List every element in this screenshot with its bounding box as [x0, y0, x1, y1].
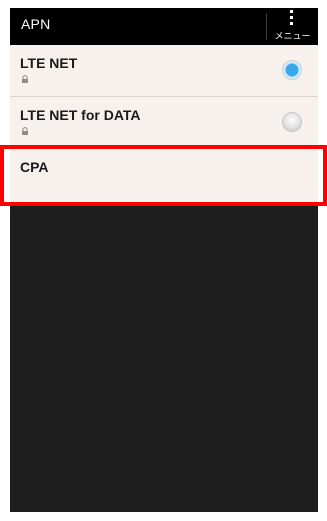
lock-icon [22, 75, 28, 83]
apn-item-name: LTE NET for DATA [20, 107, 141, 123]
apn-radio-unselected[interactable] [282, 112, 302, 132]
overflow-menu-icon [290, 10, 293, 27]
lock-icon [22, 127, 28, 135]
apn-item-name: LTE NET [20, 55, 78, 71]
apn-item-cpa[interactable]: CPA [10, 149, 318, 206]
apn-item-lte-net[interactable]: LTE NET [10, 45, 318, 97]
menu-label: メニュー [274, 31, 311, 41]
overflow-menu-button[interactable]: メニュー [267, 8, 318, 45]
apn-list: LTE NET LTE NET for DATA CPA [10, 45, 318, 206]
page-title: APN [21, 16, 51, 32]
apn-screen: APN メニュー LTE NET LTE NET for DATA CPA [10, 8, 318, 512]
action-bar: APN メニュー [10, 8, 318, 45]
apn-radio-selected[interactable] [282, 60, 302, 80]
apn-item-lte-net-for-data[interactable]: LTE NET for DATA [10, 97, 318, 149]
apn-item-name: CPA [20, 159, 49, 175]
